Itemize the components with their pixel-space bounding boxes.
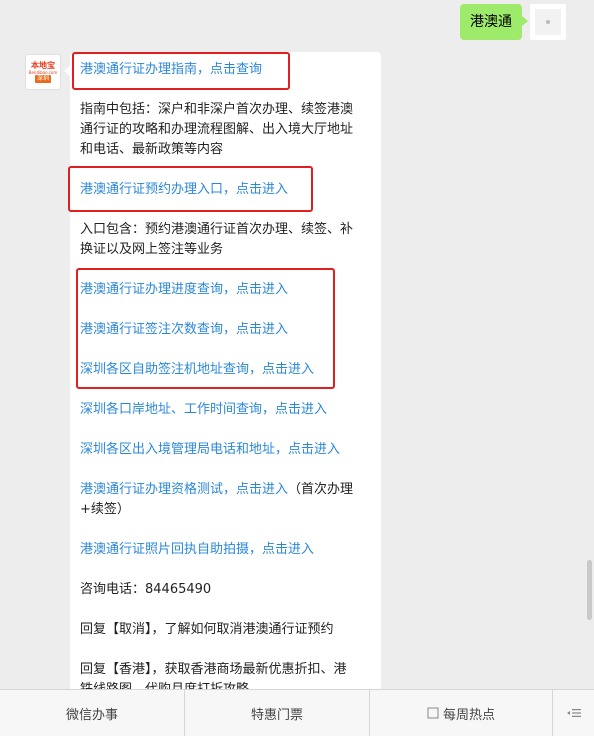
chat-scrollbar[interactable] bbox=[587, 560, 592, 620]
bottom-menu: 微信办事 特惠门票 每周热点 bbox=[0, 689, 594, 736]
default-avatar-icon bbox=[535, 9, 561, 35]
menu-item-label: 每周热点 bbox=[442, 707, 495, 723]
menu-item-weekly-hot[interactable]: 每周热点 bbox=[370, 690, 553, 736]
menu-lines-icon bbox=[567, 709, 581, 717]
logo-text: 本地宝 bbox=[31, 61, 55, 70]
consult-phone: 咨询电话：84465490 bbox=[80, 582, 212, 597]
highlight-box-queries bbox=[76, 268, 335, 389]
guide-desc-line1: 指南中包括：深户和非深户首次办理、续签港澳 bbox=[80, 102, 354, 117]
logo-city: 深圳 bbox=[34, 75, 51, 83]
qualification-line: 港澳通行证办理资格测试，点击进入（首次办理 bbox=[80, 480, 375, 500]
user-avatar[interactable] bbox=[530, 4, 566, 40]
bot-avatar[interactable]: 本地宝 Bendibao.com 深圳 bbox=[25, 54, 61, 90]
outgoing-bubble[interactable]: 港澳通 bbox=[460, 4, 528, 40]
guide-desc-line2: 通行证的攻略和办理流程图解、出入境大厅地址 bbox=[80, 122, 354, 137]
menu-item-label: 特惠门票 bbox=[250, 707, 303, 723]
menu-toggle-keyboard[interactable] bbox=[553, 690, 594, 736]
highlight-box-guide bbox=[72, 52, 290, 90]
menu-item-discount-tickets[interactable]: 特惠门票 bbox=[185, 690, 370, 736]
qualification-line2: +续签） bbox=[80, 502, 130, 517]
appointment-desc-line2: 换证以及网上签注等业务 bbox=[80, 242, 224, 257]
link-port-hours[interactable]: 深圳各口岸地址、工作时间查询，点击进入 bbox=[80, 400, 375, 420]
highlight-box-appointment bbox=[68, 166, 313, 212]
reply-hongkong-line2: 铁线路图、代购月度打折攻略 bbox=[80, 680, 375, 689]
qualification-suffix: （首次办理 bbox=[288, 482, 354, 497]
outgoing-message: 港澳通 bbox=[460, 4, 566, 40]
menu-item-wechat-services[interactable]: 微信办事 bbox=[0, 690, 185, 736]
chat-area[interactable]: 港澳通 本地宝 Bendibao.com 深圳 港澳通行证办理指南，点击查询 指… bbox=[0, 0, 594, 689]
menu-item-label: 微信办事 bbox=[65, 707, 118, 723]
guide-desc-line3: 和电话、最新政策等内容 bbox=[80, 142, 224, 157]
reply-hongkong-line1: 回复【香港】，获取香港商场最新优惠折扣、港 bbox=[80, 662, 347, 677]
link-photo-receipt[interactable]: 港澳通行证照片回执自助拍摄，点击进入 bbox=[80, 540, 375, 560]
reply-cancel: 回复【取消】，了解如何取消港澳通行证预约 bbox=[80, 622, 334, 637]
link-qualification-test[interactable]: 港澳通行证办理资格测试，点击进入 bbox=[80, 482, 288, 497]
link-exit-entry-bureau[interactable]: 深圳各区出入境管理局电话和地址，点击进入 bbox=[80, 440, 375, 460]
checkbox-icon bbox=[427, 707, 439, 719]
appointment-desc-line1: 入口包含：预约港澳通行证首次办理、续签、补 bbox=[80, 222, 354, 237]
